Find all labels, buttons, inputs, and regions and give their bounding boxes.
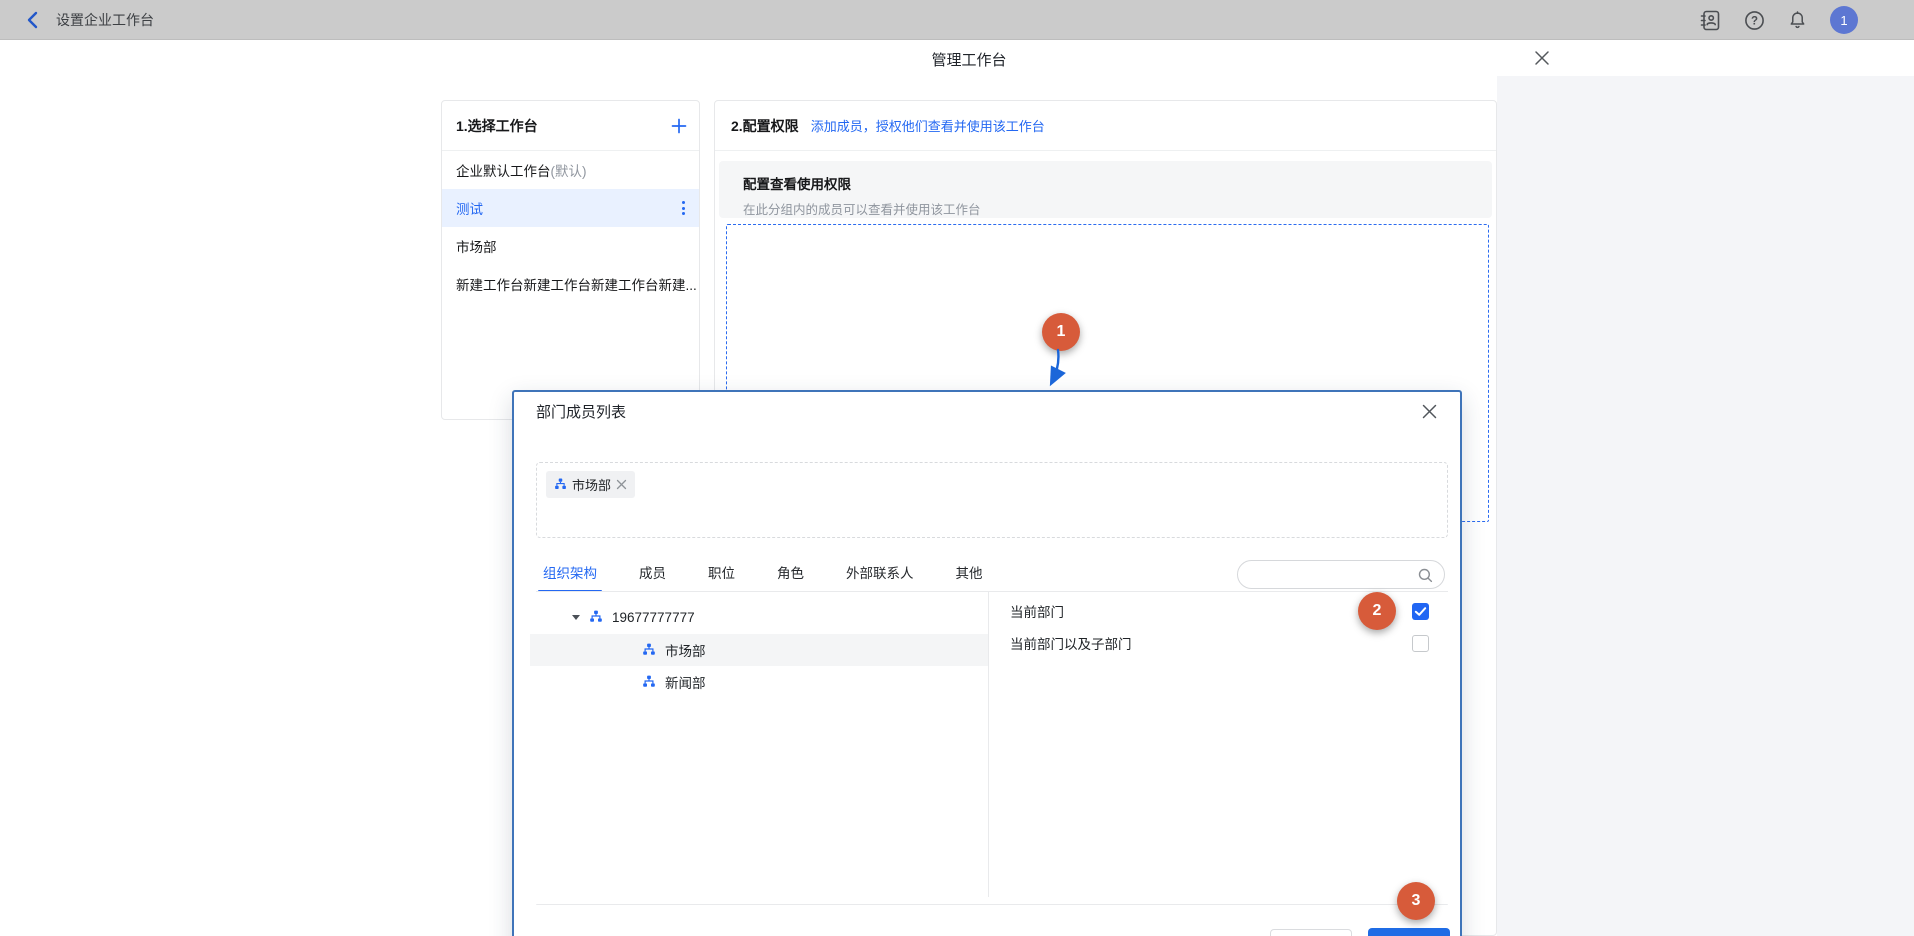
topbar-title: 设置企业工作台 <box>56 10 154 30</box>
checkbox-current-and-sub-dept[interactable] <box>1412 635 1429 652</box>
topbar-actions: ? 1 <box>1699 0 1858 40</box>
topbar: 设置企业工作台 ? <box>0 0 1914 40</box>
selected-tag: 市场部 <box>546 471 635 498</box>
tab-org-structure[interactable]: 组织架构 <box>543 556 597 592</box>
department-icon <box>642 643 656 657</box>
department-icon <box>554 478 567 491</box>
permission-panel-header: 2.配置权限 添加成员，授权他们查看并使用该工作台 <box>715 101 1496 151</box>
view-permission-desc: 在此分组内的成员可以查看并使用该工作台 <box>743 199 1468 218</box>
search-box <box>1237 560 1445 589</box>
department-icon <box>642 675 656 689</box>
caret-down-icon[interactable] <box>572 615 580 620</box>
tab-roles[interactable]: 角色 <box>777 556 804 592</box>
step-1-arrow <box>1030 345 1074 393</box>
view-permission-title: 配置查看使用权限 <box>743 173 1468 193</box>
remove-tag-icon[interactable] <box>616 479 627 490</box>
modal-title: 部门成员列表 <box>536 401 626 422</box>
tab-positions[interactable]: 职位 <box>708 556 735 592</box>
selected-tag-label: 市场部 <box>572 475 611 494</box>
permission-panel-subtitle: 添加成员，授权他们查看并使用该工作台 <box>811 116 1045 135</box>
tree-node-news-dept[interactable]: 新闻部 <box>530 666 988 698</box>
tab-members[interactable]: 成员 <box>639 556 666 592</box>
contacts-icon[interactable] <box>1699 9 1722 32</box>
selected-members-box[interactable]: 市场部 <box>536 462 1448 538</box>
dialog-header: 管理工作台 <box>0 40 1914 76</box>
tree-node-root[interactable]: 19677777777 <box>530 601 988 633</box>
option-current-dept: 当前部门 <box>1010 595 1064 627</box>
content-bottom-border <box>536 904 1448 905</box>
step-3-badge: 3 <box>1397 882 1435 920</box>
page-background-gutter <box>1497 76 1914 936</box>
add-workspace-icon[interactable] <box>671 118 687 134</box>
cancel-button[interactable] <box>1270 929 1352 936</box>
modal-close-icon[interactable] <box>1421 403 1438 420</box>
tab-external-contacts[interactable]: 外部联系人 <box>846 556 914 592</box>
default-badge: (默认) <box>551 160 587 180</box>
confirm-button[interactable] <box>1368 928 1450 936</box>
permission-panel-title: 2.配置权限 <box>731 116 799 136</box>
search-input[interactable] <box>1238 561 1444 588</box>
workspace-item[interactable]: 新建工作台新建工作台新建工作台新建... <box>442 265 699 303</box>
column-divider <box>988 592 989 897</box>
page-title: 管理工作台 <box>441 49 1497 70</box>
tabs-divider <box>536 591 1448 592</box>
department-member-modal: 部门成员列表 市场部 组织架构 成员 职位 角色 <box>512 390 1462 936</box>
more-actions-icon[interactable] <box>682 201 685 215</box>
workspace-panel: 1.选择工作台 企业默认工作台(默认) 测试 市场部 新建工作台新建工作台新建工… <box>441 100 700 420</box>
tab-others[interactable]: 其他 <box>956 556 983 592</box>
avatar[interactable]: 1 <box>1830 6 1858 34</box>
close-icon[interactable] <box>1533 49 1551 67</box>
help-icon[interactable]: ? <box>1744 10 1765 31</box>
view-permission-section: 配置查看使用权限 在此分组内的成员可以查看并使用该工作台 <box>719 161 1492 218</box>
workspace-panel-header: 1.选择工作台 <box>442 101 699 151</box>
department-icon <box>589 610 603 624</box>
workspace-item-default[interactable]: 企业默认工作台(默认) <box>442 151 699 189</box>
workspace-item[interactable]: 市场部 <box>442 227 699 265</box>
svg-text:?: ? <box>1751 15 1758 27</box>
checkbox-current-dept[interactable] <box>1412 603 1429 620</box>
option-current-and-sub-dept: 当前部门以及子部门 <box>1010 627 1132 659</box>
workspace-item-selected[interactable]: 测试 <box>442 189 699 227</box>
step-2-badge: 2 <box>1358 592 1396 630</box>
tree-node-market-dept[interactable]: 市场部 <box>530 634 988 666</box>
app-window: 设置企业工作台 ? <box>0 0 1914 936</box>
back-icon[interactable] <box>26 10 40 30</box>
workspace-panel-title: 1.选择工作台 <box>456 116 538 136</box>
bell-icon[interactable] <box>1787 9 1808 31</box>
